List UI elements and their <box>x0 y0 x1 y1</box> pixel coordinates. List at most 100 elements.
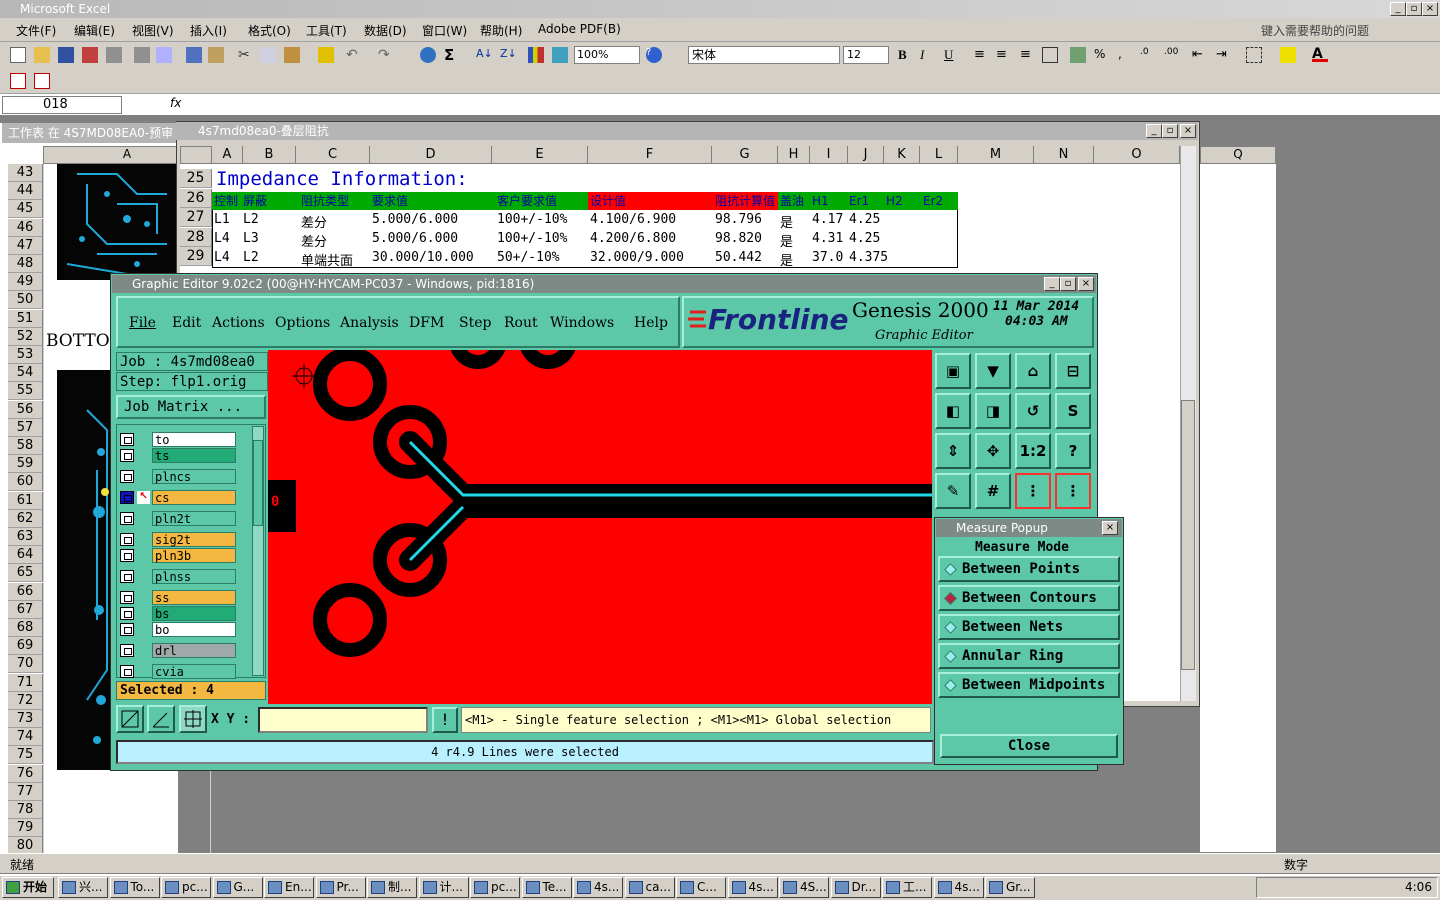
column-header[interactable]: E <box>492 146 588 164</box>
undo-icon[interactable]: ↶ <box>346 47 362 63</box>
menu-tools[interactable]: 工具(T) <box>306 22 347 39</box>
column-header[interactable]: K <box>884 146 920 164</box>
row-header[interactable]: 68 <box>8 619 43 637</box>
select-all-corner[interactable] <box>180 146 212 164</box>
layer-name[interactable]: pln2t <box>152 511 236 526</box>
convert-and-email-icon[interactable] <box>34 73 50 89</box>
zoom-box-icon[interactable] <box>116 705 144 733</box>
taskbar-item[interactable]: Dr... <box>830 877 881 898</box>
layer-name[interactable]: pln3b <box>152 548 236 563</box>
layer-row[interactable]: plnss <box>120 569 238 584</box>
row-header[interactable]: 47 <box>8 236 43 255</box>
impedance-window-title[interactable]: 4s7md08ea0-叠层阻抗 <box>176 122 1198 140</box>
ge-menu-windows[interactable]: Windows <box>550 315 614 331</box>
ge-menu-edit[interactable]: Edit <box>172 315 201 331</box>
measure-close-button[interactable]: Close <box>940 734 1118 758</box>
taskbar-item[interactable]: C... <box>676 877 726 898</box>
graphic-editor-title[interactable]: Graphic Editor 9.02c2 (00@HY-HYCAM-PC037… <box>112 275 1096 293</box>
open-icon[interactable] <box>34 47 50 63</box>
back-sheet-title[interactable]: 工作表 在 4S7MD08EA0-预审 <box>2 123 178 143</box>
layer-checkbox[interactable] <box>120 591 134 604</box>
row-header[interactable]: 65 <box>8 564 43 583</box>
row-header[interactable]: 74 <box>8 728 43 747</box>
taskbar-item[interactable]: Te... <box>521 877 572 898</box>
taskbar-item[interactable]: pc... <box>161 877 211 898</box>
layer-checkbox[interactable] <box>120 549 134 562</box>
ge-menu-help[interactable]: Help <box>634 315 668 331</box>
column-header[interactable]: I <box>810 146 848 164</box>
pan-left-icon[interactable]: ◧ <box>935 393 971 429</box>
fill-color-icon[interactable] <box>1280 47 1296 63</box>
row-header[interactable]: 63 <box>8 528 43 546</box>
row-header[interactable]: 58 <box>8 437 43 455</box>
measure-option[interactable]: Annular Ring <box>938 643 1120 669</box>
taskbar-item[interactable]: 4s... <box>933 877 984 898</box>
layer-name[interactable]: plnss <box>152 569 236 584</box>
row-header[interactable]: 50 <box>8 291 43 310</box>
row-header[interactable]: 55 <box>8 382 43 401</box>
row-header[interactable]: 60 <box>8 473 43 492</box>
layer-checkbox[interactable] <box>120 449 134 462</box>
layer-checkbox[interactable] <box>120 533 134 546</box>
row-header[interactable]: 75 <box>8 746 43 765</box>
column-header[interactable]: N <box>1034 146 1094 164</box>
print-preview-icon[interactable] <box>156 47 172 63</box>
ratio-icon[interactable]: 1:2 <box>1015 433 1051 469</box>
impedance-scroll-thumb[interactable] <box>1181 400 1195 670</box>
layer-row[interactable]: bs <box>120 606 238 621</box>
row-header[interactable]: 45 <box>8 200 43 219</box>
net-compare-icon[interactable]: ⋮ <box>1055 473 1091 509</box>
zoom-home-icon[interactable]: ▣ <box>935 353 971 389</box>
increase-indent-icon[interactable]: ⇥ <box>1216 47 1232 63</box>
close-button[interactable]: × <box>1422 2 1438 16</box>
fx-icon[interactable]: fx <box>170 96 181 110</box>
restore-button[interactable]: ▫ <box>1406 2 1422 16</box>
row-header[interactable]: 28 <box>180 227 212 247</box>
help-search-box[interactable]: 键入需要帮助的问题 <box>1261 22 1369 39</box>
grid-icon[interactable]: # <box>975 473 1011 509</box>
column-header-q[interactable]: Q <box>1200 146 1276 164</box>
menu-data[interactable]: 数据(D) <box>364 22 407 39</box>
net-highlight-icon[interactable]: ⋮ <box>1015 473 1051 509</box>
column-header[interactable]: B <box>243 146 296 164</box>
copy-icon[interactable] <box>260 47 276 63</box>
layer-name[interactable]: ss <box>152 590 236 605</box>
email-icon[interactable] <box>106 47 122 63</box>
layer-scroll-thumb[interactable] <box>253 440 263 526</box>
pcb-canvas[interactable] <box>268 350 932 704</box>
zoom-in-icon[interactable]: ▼ <box>975 353 1011 389</box>
column-header[interactable]: J <box>848 146 884 164</box>
start-button[interactable]: 开始 <box>2 877 54 898</box>
taskbar-item[interactable]: 计... <box>418 877 469 898</box>
font-name-select[interactable]: 宋体 <box>688 46 840 64</box>
layer-name[interactable]: sig2t <box>152 532 236 547</box>
minimize-button[interactable]: _ <box>1390 2 1406 16</box>
layer-checkbox[interactable] <box>120 433 134 446</box>
ge-menu-options[interactable]: Options <box>275 315 330 331</box>
decrease-indent-icon[interactable]: ⇤ <box>1192 47 1208 63</box>
formula-bar[interactable] <box>0 94 1440 116</box>
impedance-restore-button[interactable]: ▫ <box>1162 124 1178 138</box>
row-header[interactable]: 51 <box>8 309 43 328</box>
borders-icon[interactable] <box>1246 47 1262 63</box>
new-icon[interactable] <box>10 47 26 63</box>
fit-all-icon[interactable]: ✥ <box>975 433 1011 469</box>
layer-row[interactable]: sig2t <box>120 532 238 547</box>
menu-file[interactable]: 文件(F) <box>16 22 56 39</box>
menu-format[interactable]: 格式(O) <box>248 22 291 39</box>
row-header[interactable]: 43 <box>8 164 43 182</box>
ge-menu-file[interactable]: File <box>129 315 156 331</box>
taskbar-item[interactable]: En... <box>264 877 314 898</box>
align-right-icon[interactable]: ≡ <box>1020 47 1036 63</box>
taskbar-item[interactable]: 4s... <box>573 877 623 898</box>
taskbar-item[interactable]: Gr... <box>985 877 1035 898</box>
layer-name[interactable]: to <box>152 432 236 447</box>
impedance-minimize-button[interactable]: _ <box>1146 124 1162 138</box>
layer-name[interactable]: plncs <box>152 469 236 484</box>
menu-help[interactable]: 帮助(H) <box>480 22 522 39</box>
column-header[interactable]: M <box>958 146 1034 164</box>
save-icon[interactable] <box>58 47 74 63</box>
ge-menu-step[interactable]: Step <box>459 315 491 331</box>
row-header[interactable]: 48 <box>8 255 43 273</box>
ge-menu-actions[interactable]: Actions <box>212 315 265 331</box>
